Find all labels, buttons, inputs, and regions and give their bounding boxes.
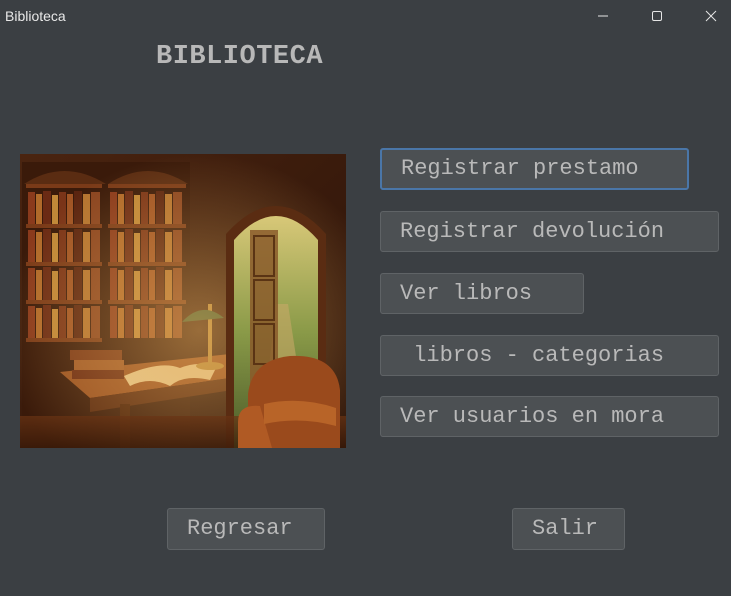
minimize-button[interactable] [580,0,626,32]
ver-libros-button[interactable]: Ver libros [380,273,584,314]
close-icon [705,10,717,22]
maximize-icon [652,11,662,21]
close-button[interactable] [688,0,731,32]
maximize-button[interactable] [634,0,680,32]
library-illustration [20,154,346,448]
title-bar[interactable]: Biblioteca [0,0,731,32]
page-title: BIBLIOTECA [156,42,324,72]
ver-usuarios-mora-button[interactable]: Ver usuarios en mora [380,396,719,437]
regresar-button[interactable]: Regresar [167,508,325,550]
registrar-devolucion-button[interactable]: Registrar devolución [380,211,719,252]
libros-categorias-button[interactable]: libros - categorias [380,335,719,376]
app-window: Biblioteca BIBLIOTECA Registrar prestamo… [0,0,731,596]
window-title: Biblioteca [5,8,66,24]
registrar-prestamo-button[interactable]: Registrar prestamo [380,148,689,190]
salir-button[interactable]: Salir [512,508,625,550]
minimize-icon [598,15,608,17]
